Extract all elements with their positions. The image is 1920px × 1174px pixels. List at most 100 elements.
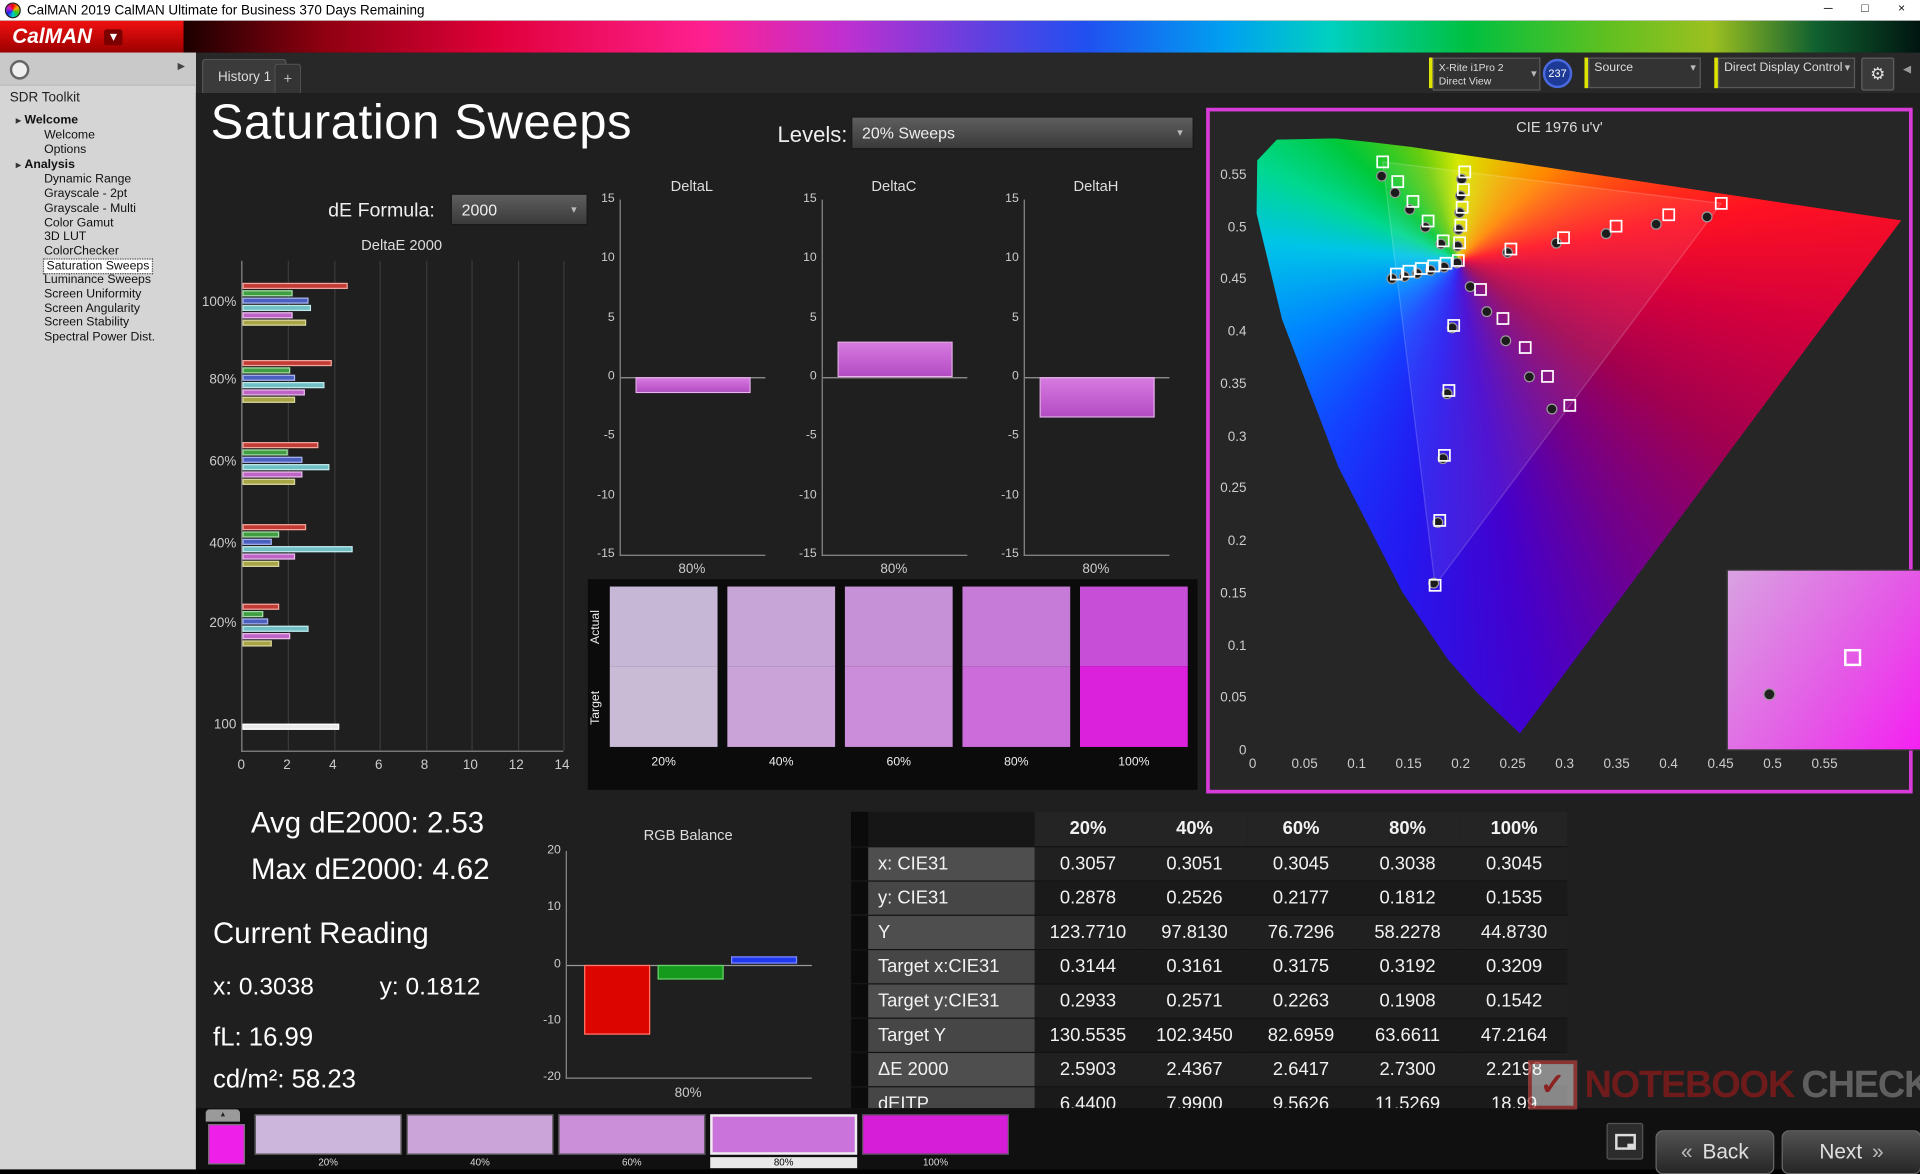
table-value: 82.6959 (1247, 1018, 1355, 1052)
deltae-bar-red (242, 359, 332, 366)
sidebar-item-welcome[interactable]: Welcome (0, 129, 196, 143)
measured-point (1464, 281, 1476, 293)
calman-app-window: CalMAN 2019 CalMAN Ultimate for Business… (0, 0, 1920, 1174)
delta-bar (635, 377, 751, 393)
record-circle-icon[interactable] (9, 60, 30, 80)
row-label: x: CIE31 (851, 847, 1035, 881)
patch-100[interactable]: 100% (862, 1112, 1009, 1170)
de-formula-dropdown[interactable]: 2000 ▾ (450, 193, 588, 226)
minimize-button[interactable]: ─ (1810, 0, 1847, 21)
x-tick-label: 8 (420, 757, 429, 773)
source-label: Source (1594, 61, 1634, 75)
current-color-patch (208, 1124, 245, 1165)
measured-point (1546, 403, 1558, 415)
levels-dropdown[interactable]: 20% Sweeps ▾ (851, 116, 1194, 150)
collapse-panel-icon[interactable]: ◄ (1900, 62, 1913, 77)
x-tick-label: 4 (329, 757, 337, 773)
deltae-bar-cyan (242, 625, 309, 632)
add-tab-button[interactable]: + (274, 63, 302, 94)
sidebar-item-3d-lut[interactable]: 3D LUT (0, 230, 196, 244)
y-tick-label: 5 (809, 310, 817, 325)
sidebar-item-luminance-sweeps[interactable]: Luminance Sweeps (0, 273, 196, 287)
maximize-button[interactable]: □ (1847, 0, 1884, 21)
patch-40[interactable]: 40% (406, 1112, 554, 1170)
sidebar-item-color-gamut[interactable]: Color Gamut (0, 216, 196, 230)
sidebar-item-colorchecker[interactable]: ColorChecker (0, 245, 196, 259)
next-button[interactable]: Next » (1781, 1130, 1920, 1174)
mini-plot (619, 199, 766, 556)
meter-dropdown[interactable]: X-Rite i1Pro 2 Direct View ▾ (1432, 57, 1541, 91)
sidebar-item-saturation-sweeps[interactable]: Saturation Sweeps (0, 257, 196, 274)
calman-logo-button[interactable]: CalMAN ▾ (0, 20, 184, 53)
deltae-bar-yellow (242, 396, 296, 403)
sidebar-item-options[interactable]: Options (0, 143, 196, 157)
notebookcheck-watermark: ✓ NOTEBOOK CHECK (1528, 1051, 1920, 1120)
rgb-balance-chart: RGB Balance 20 10 0 -10 -20 80% (529, 827, 823, 1109)
measured-point (1650, 218, 1662, 230)
tree-arrow-icon: ▸ (15, 115, 21, 127)
sidebar-item-label: Dynamic Range (44, 173, 132, 187)
swatch-column-100: 100% (1080, 586, 1188, 783)
deltae-bar-green (242, 366, 291, 373)
sidebar-group-label: Analysis (24, 158, 75, 172)
sidebar-item-grayscale-multi[interactable]: Grayscale - Multi (0, 202, 196, 216)
cie-y-tick-label: 0.4 (1227, 324, 1247, 340)
deltae-bar-cyan (242, 381, 325, 388)
sidebar-group-analysis[interactable]: ▸ Analysis (0, 157, 196, 173)
sidebar-item-screen-uniformity[interactable]: Screen Uniformity (0, 288, 196, 302)
sidebar-item-screen-angularity[interactable]: Screen Angularity (0, 302, 196, 316)
cie-x-tick-label: 0.55 (1811, 756, 1838, 772)
swatch-label: 60% (886, 755, 912, 769)
y-tick-label: 5 (1011, 310, 1019, 325)
swatch-column-40: 40% (727, 586, 836, 783)
cie-y-tick-label: 0.45 (1220, 272, 1247, 287)
sidebar-item-spectral-power-dist[interactable]: Spectral Power Dist. (0, 331, 196, 345)
logo-dropdown-arrow-icon: ▾ (104, 28, 123, 45)
next-button-label: Next (1819, 1140, 1863, 1164)
deltae-bar-red (242, 523, 307, 530)
meter-mode: Direct View (1438, 74, 1492, 87)
patch-label: 60% (622, 1157, 642, 1169)
sidebar-group-welcome[interactable]: ▸ Welcome (0, 113, 196, 129)
current-fl-value: fL: 16.99 (213, 1023, 314, 1052)
deltae-bar-green (242, 530, 280, 537)
actual-swatch (609, 586, 718, 667)
deltae-group-label: 40% (209, 536, 237, 552)
sidebar-item-grayscale-2pt[interactable]: Grayscale - 2pt (0, 187, 196, 201)
zero-line (822, 377, 968, 379)
settings-gear-button[interactable]: ⚙ (1861, 57, 1895, 91)
x-tick-label: 2 (283, 757, 291, 773)
display-layout-button[interactable] (1606, 1122, 1644, 1160)
chart-title: DeltaC (871, 177, 917, 195)
deltae-bar-green (242, 610, 264, 617)
toolbar: History 1 + X-Rite i1Pro 2 Direct View ▾… (195, 52, 1920, 94)
table-corner-cell (851, 811, 1035, 847)
column-header-80: 80% (1354, 811, 1461, 847)
delta-bar (1039, 377, 1155, 418)
source-dropdown[interactable]: Source ▾ (1588, 57, 1701, 89)
deltae-bar-green (242, 448, 289, 455)
chart-deltal: DeltaL 15 10 5 0 -5 -10 -15 80% (588, 178, 772, 588)
row-label: Target x:CIE31 (851, 950, 1035, 984)
sidebar-collapse-arrow-icon[interactable]: ► (175, 60, 187, 73)
x-axis-label: 80% (678, 562, 706, 577)
y-tick-label: -15 (799, 547, 817, 561)
tray-handle[interactable]: ▴ (205, 1109, 241, 1122)
sidebar-item-screen-stability[interactable]: Screen Stability (0, 316, 196, 330)
table-header-row: 20% 40% 60% 80% 100% (851, 811, 1568, 848)
table-value: 0.3051 (1141, 847, 1248, 881)
patch-60[interactable]: 60% (558, 1112, 706, 1170)
back-button[interactable]: « Back (1655, 1130, 1775, 1174)
gridline (379, 260, 382, 751)
patch-20[interactable]: 20% (254, 1112, 402, 1170)
sidebar-item-dynamic-range[interactable]: Dynamic Range (0, 173, 196, 187)
row-label: Y (851, 915, 1035, 949)
table-value: 0.2526 (1141, 881, 1248, 915)
table-value: 44.8730 (1460, 915, 1568, 949)
display-control-dropdown[interactable]: Direct Display Control ▾ (1717, 57, 1856, 89)
current-reading-label: Current Reading (213, 917, 429, 951)
measurement-count-badge: 237 (1542, 58, 1573, 89)
patch-80[interactable]: 80% (710, 1112, 858, 1170)
tree-arrow-icon: ▸ (15, 159, 21, 171)
close-button[interactable]: × (1883, 0, 1920, 21)
